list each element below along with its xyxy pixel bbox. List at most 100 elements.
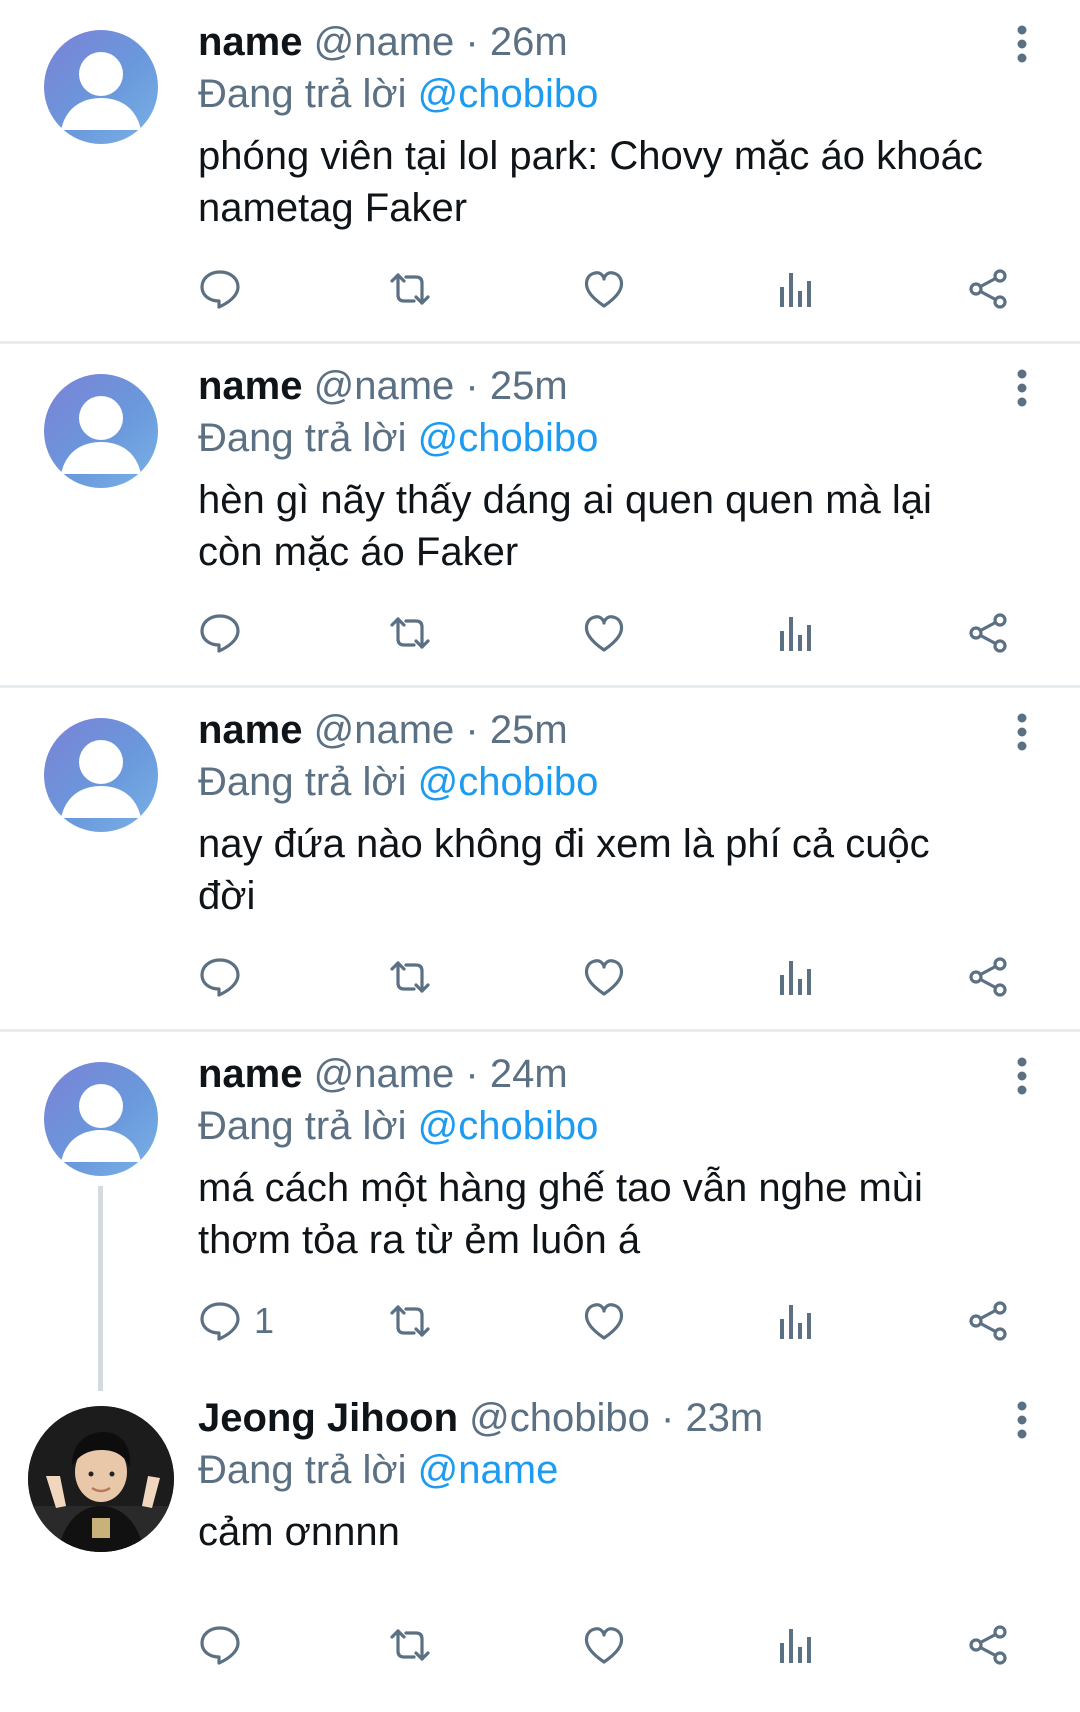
profile-photo-icon: [28, 1406, 174, 1552]
reply-button[interactable]: [198, 952, 254, 1002]
tweet-header: name @name · 24m: [198, 1050, 568, 1098]
heart-icon: [584, 1303, 624, 1340]
replying-prefix: Đang trả lời: [198, 416, 407, 460]
reply-count: 1: [254, 1300, 275, 1341]
retweet-button[interactable]: [388, 952, 432, 1002]
replying-to-link[interactable]: @chobibo: [418, 760, 599, 804]
tweet-header: name @name · 25m: [198, 706, 568, 754]
retweet-icon: [390, 1305, 430, 1337]
reply-button[interactable]: [198, 608, 254, 658]
tweet-text: hèn gì nãy thấy dáng ai quen quen mà lại…: [198, 478, 932, 574]
tweet-text: cảm ơnnnn: [198, 1510, 400, 1554]
analytics-icon: [780, 273, 811, 307]
timestamp[interactable]: 23m: [685, 1396, 763, 1440]
share-button[interactable]: [966, 1620, 1010, 1670]
default-avatar-icon: [61, 1084, 141, 1162]
analytics-button[interactable]: [774, 952, 818, 1002]
tweet-text: nay đứa nào không đi xem là phí cả cuộc …: [198, 822, 930, 918]
display-name[interactable]: name: [198, 1052, 303, 1096]
share-icon: [969, 1625, 1007, 1665]
more-vertical-icon[interactable]: [1014, 1056, 1030, 1096]
retweet-icon: [390, 617, 430, 649]
tweet[interactable]: name @name · 24m Đang trả lời @chobibo m…: [0, 1032, 1080, 1391]
more-vertical-icon[interactable]: [1014, 712, 1030, 752]
replying-prefix: Đang trả lời: [198, 1448, 407, 1492]
handle[interactable]: @name: [314, 708, 455, 752]
share-button[interactable]: [966, 952, 1010, 1002]
avatar-photo[interactable]: [28, 1406, 174, 1552]
separator: ·: [465, 20, 479, 64]
handle[interactable]: @chobibo: [469, 1396, 650, 1440]
retweet-icon: [390, 273, 430, 305]
like-button[interactable]: [582, 608, 626, 658]
reply-icon: [200, 1626, 240, 1665]
tweet-header: Jeong Jihoon @chobibo · 23m: [198, 1394, 763, 1442]
separator: ·: [465, 1052, 479, 1096]
reply-button[interactable]: [198, 1620, 254, 1670]
separator: ·: [465, 708, 479, 752]
like-button[interactable]: [582, 1620, 626, 1670]
retweet-button[interactable]: [388, 1296, 432, 1346]
analytics-button[interactable]: [774, 1620, 818, 1670]
analytics-icon: [780, 1629, 811, 1663]
share-button[interactable]: [966, 264, 1010, 314]
handle[interactable]: @name: [314, 364, 455, 408]
analytics-button[interactable]: [774, 1296, 818, 1346]
like-button[interactable]: [582, 264, 626, 314]
avatar[interactable]: [44, 30, 158, 144]
retweet-icon: [390, 1629, 430, 1661]
analytics-icon: [780, 961, 811, 995]
like-button[interactable]: [582, 1296, 626, 1346]
display-name[interactable]: Jeong Jihoon: [198, 1396, 458, 1440]
avatar[interactable]: [44, 374, 158, 488]
share-button[interactable]: [966, 608, 1010, 658]
analytics-icon: [780, 1305, 811, 1339]
reply-icon: [200, 270, 240, 309]
tweet-text: phóng viên tại lol park: Chovy mặc áo kh…: [198, 134, 983, 230]
tweet[interactable]: Jeong Jihoon @chobibo · 23m Đang trả lời…: [0, 1376, 1080, 1712]
avatar[interactable]: [44, 1062, 158, 1176]
replying-to: Đang trả lời @chobibo: [198, 70, 598, 118]
replying-prefix: Đang trả lời: [198, 72, 407, 116]
timestamp[interactable]: 25m: [490, 364, 568, 408]
tweet[interactable]: name @name · 25m Đang trả lời @chobibo h…: [0, 344, 1080, 688]
handle[interactable]: @name: [314, 1052, 455, 1096]
reply-button[interactable]: 1: [198, 1296, 274, 1346]
tweet-actions: [198, 264, 1058, 314]
handle[interactable]: @name: [314, 20, 455, 64]
display-name[interactable]: name: [198, 20, 303, 64]
separator: ·: [660, 1396, 675, 1440]
more-vertical-icon[interactable]: [1014, 24, 1030, 64]
default-avatar-icon: [61, 396, 141, 474]
reply-icon: [200, 958, 240, 997]
display-name[interactable]: name: [198, 708, 303, 752]
replying-to-link[interactable]: @chobibo: [418, 72, 599, 116]
replying-to-link[interactable]: @name: [418, 1448, 559, 1492]
tweet[interactable]: name @name · 25m Đang trả lời @chobibo n…: [0, 688, 1080, 1032]
timestamp[interactable]: 26m: [490, 20, 568, 64]
avatar[interactable]: [44, 718, 158, 832]
more-vertical-icon[interactable]: [1014, 368, 1030, 408]
analytics-button[interactable]: [774, 608, 818, 658]
retweet-icon: [390, 961, 430, 993]
retweet-button[interactable]: [388, 608, 432, 658]
replying-to-link[interactable]: @chobibo: [418, 1104, 599, 1148]
share-icon: [969, 957, 1007, 997]
share-button[interactable]: [966, 1296, 1010, 1346]
analytics-button[interactable]: [774, 264, 818, 314]
retweet-button[interactable]: [388, 264, 432, 314]
reply-icon: [200, 614, 240, 653]
tweet-actions: [198, 608, 1058, 658]
tweet-feed: name @name · 26m Đang trả lời @chobibo p…: [0, 0, 1080, 1712]
separator: ·: [465, 364, 479, 408]
reply-button[interactable]: [198, 264, 254, 314]
display-name[interactable]: name: [198, 364, 303, 408]
timestamp[interactable]: 24m: [490, 1052, 568, 1096]
more-vertical-icon[interactable]: [1014, 1400, 1030, 1440]
tweet[interactable]: name @name · 26m Đang trả lời @chobibo p…: [0, 0, 1080, 344]
timestamp[interactable]: 25m: [490, 708, 568, 752]
retweet-button[interactable]: [388, 1620, 432, 1670]
replying-prefix: Đang trả lời: [198, 760, 407, 804]
like-button[interactable]: [582, 952, 626, 1002]
replying-to-link[interactable]: @chobibo: [418, 416, 599, 460]
